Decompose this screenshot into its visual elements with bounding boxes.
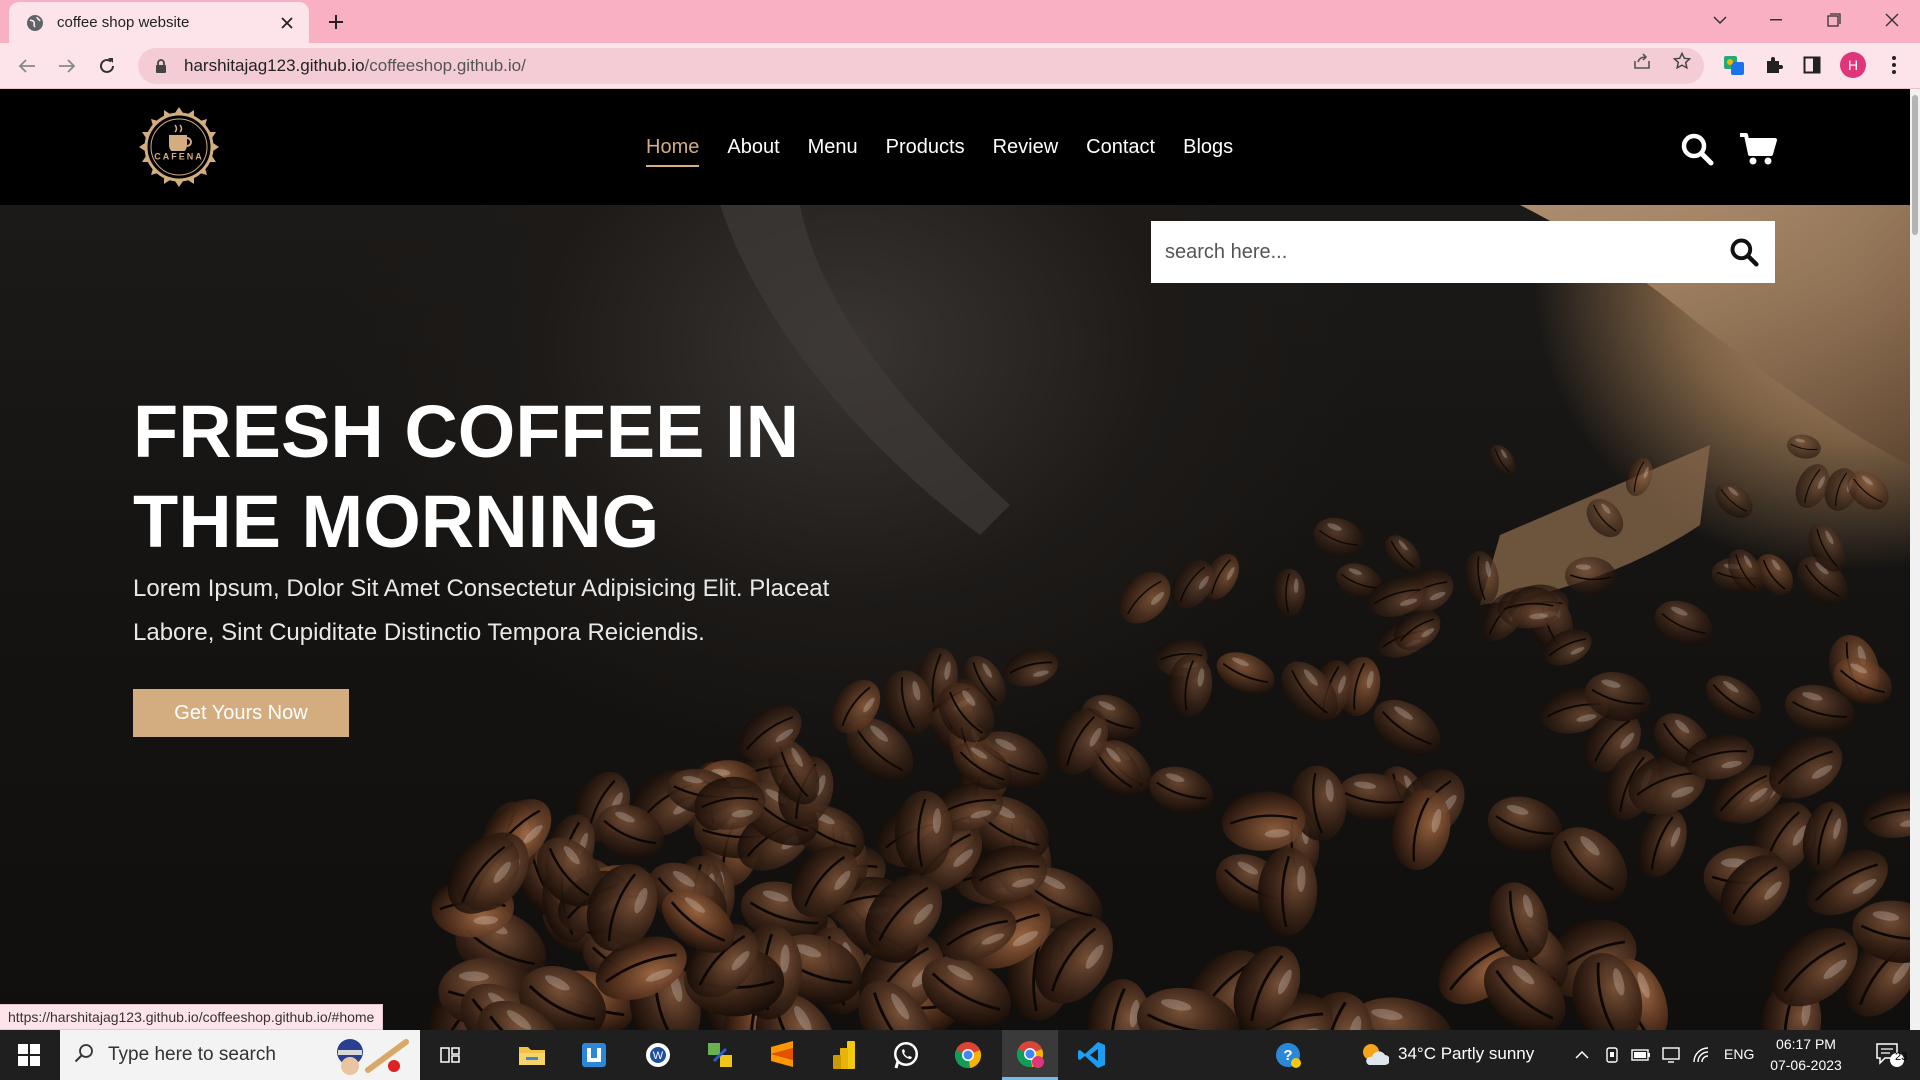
forward-button[interactable]	[50, 49, 84, 83]
notifications-icon[interactable]: 23	[1862, 1030, 1918, 1080]
restore-button[interactable]	[1806, 0, 1862, 40]
coffee-bean	[1862, 791, 1910, 839]
system-clock[interactable]: 06:17 PM 07-06-2023	[1756, 1034, 1856, 1076]
task-view-icon[interactable]	[422, 1030, 478, 1080]
globe-icon	[25, 13, 45, 33]
share-icon[interactable]	[1632, 51, 1652, 71]
power-bi-icon[interactable]	[816, 1030, 872, 1080]
lock-icon[interactable]	[152, 57, 170, 75]
display-icon[interactable]	[1658, 1030, 1684, 1080]
chrome-icon[interactable]	[940, 1030, 996, 1080]
new-tab-button[interactable]	[322, 9, 350, 35]
coffee-bean	[1654, 600, 1713, 646]
sublime-text-icon[interactable]	[754, 1030, 810, 1080]
search-submit-icon[interactable]	[1713, 221, 1775, 283]
nav-link-about[interactable]: About	[727, 136, 779, 167]
url-text[interactable]: harshitajag123.github.io/coffeeshop.gith…	[184, 56, 526, 76]
hero-section: FRESH COFFEE IN THE MORNING Lorem Ipsum,…	[0, 205, 1910, 1030]
search-icon	[74, 1043, 94, 1068]
search-form	[1151, 221, 1775, 283]
hero-description: Lorem Ipsum, Dolor Sit Amet Consectetur …	[133, 575, 830, 646]
coffee-bean	[1149, 766, 1214, 815]
coffee-bean	[1715, 482, 1753, 518]
weather-text[interactable]: 34°C Partly sunny	[1398, 1044, 1534, 1064]
side-panel-icon[interactable]	[1798, 51, 1826, 79]
site-header: CAFENA Home About Menu Products Review C…	[0, 89, 1910, 205]
bookmark-star-icon[interactable]	[1672, 51, 1692, 71]
cart-icon[interactable]	[1738, 129, 1778, 169]
scrollbar-thumb[interactable]	[1912, 95, 1918, 235]
coffee-bean	[1489, 444, 1516, 477]
nav-link-home[interactable]: Home	[646, 136, 700, 167]
device-icon[interactable]	[1600, 1030, 1624, 1080]
cafena-logo[interactable]: CAFENA	[132, 107, 226, 187]
search-icon[interactable]	[1677, 129, 1717, 169]
coffee-bean	[1216, 652, 1275, 694]
extensions-puzzle-icon[interactable]	[1760, 51, 1788, 79]
coffee-bean	[1272, 568, 1306, 618]
windows-taskbar: Type here to search W ? 34°C Partly sunn…	[0, 1030, 1920, 1080]
wifi-icon[interactable]	[1688, 1030, 1714, 1080]
hero-title: FRESH COFFEE IN THE MORNING	[133, 390, 800, 563]
taskbar-search-box[interactable]: Type here to search	[60, 1030, 420, 1080]
taskbar-search-placeholder: Type here to search	[108, 1044, 276, 1065]
coffee-bean	[1313, 517, 1364, 558]
help-icon[interactable]: ?	[1260, 1030, 1316, 1080]
tab-strip: coffee shop website	[0, 0, 1920, 43]
windows-start-button[interactable]	[0, 1030, 58, 1080]
nav-link-contact[interactable]: Contact	[1086, 136, 1155, 167]
vscode-icon[interactable]	[1064, 1030, 1120, 1080]
reload-button[interactable]	[90, 49, 124, 83]
battery-icon[interactable]	[1628, 1030, 1654, 1080]
tab-title: coffee shop website	[57, 14, 190, 31]
browser-toolbar: harshitajag123.github.io/coffeeshop.gith…	[0, 43, 1920, 89]
url-path: /coffeeshop.github.io/	[364, 56, 526, 75]
profile-avatar[interactable]: H	[1840, 52, 1866, 78]
whatsapp-icon[interactable]	[878, 1030, 934, 1080]
tab-search-chevron-icon[interactable]	[1692, 0, 1748, 40]
svg-text:?: ?	[1283, 1047, 1292, 1064]
chrome-profile-active-icon[interactable]	[1002, 1030, 1058, 1080]
snipping-app-icon[interactable]	[566, 1030, 622, 1080]
file-explorer-icon[interactable]	[504, 1030, 560, 1080]
minimize-button[interactable]	[1748, 0, 1804, 40]
nav-link-blogs[interactable]: Blogs	[1183, 136, 1233, 167]
dictionary-app-icon[interactable]: W	[630, 1030, 686, 1080]
close-window-button[interactable]	[1864, 0, 1920, 40]
network-tool-icon[interactable]	[692, 1030, 748, 1080]
coffee-bean	[1786, 434, 1821, 459]
main-nav: Home About Menu Products Review Contact …	[646, 136, 1233, 167]
nav-link-products[interactable]: Products	[886, 136, 965, 167]
back-button[interactable]	[10, 49, 44, 83]
weather-partly-sunny-icon[interactable]	[1346, 1030, 1402, 1080]
address-bar[interactable]: harshitajag123.github.io/coffeeshop.gith…	[138, 48, 1704, 84]
kebab-menu-icon[interactable]	[1880, 51, 1908, 79]
logo-text: CAFENA	[154, 152, 204, 162]
clock-time: 06:17 PM	[1776, 1036, 1836, 1052]
url-host: harshitajag123.github.io	[184, 56, 365, 75]
chevron-up-icon[interactable]	[1570, 1030, 1594, 1080]
language-indicator[interactable]: ENG	[1724, 1046, 1754, 1062]
svg-text:W: W	[653, 1050, 664, 1062]
coffee-bean	[1706, 675, 1762, 723]
clock-date: 07-06-2023	[1770, 1057, 1842, 1073]
translate-extension-icon[interactable]	[1720, 51, 1748, 79]
nav-link-review[interactable]: Review	[993, 136, 1059, 167]
close-tab-icon[interactable]	[277, 13, 297, 33]
get-yours-now-button[interactable]: Get Yours Now	[133, 689, 349, 737]
link-status-bar: https://harshitajag123.github.io/coffees…	[0, 1004, 384, 1030]
coffee-bean	[1004, 649, 1058, 687]
browser-tab[interactable]: coffee shop website	[9, 2, 309, 43]
notification-count: 23	[1895, 1051, 1908, 1063]
coffee-bean	[1373, 699, 1441, 756]
cricket-doodle-icon	[328, 1034, 412, 1080]
coffee-bean	[1118, 571, 1171, 624]
nav-link-menu[interactable]: Menu	[808, 136, 858, 167]
search-input[interactable]	[1151, 221, 1713, 283]
web-page: CAFENA Home About Menu Products Review C…	[0, 89, 1910, 1030]
